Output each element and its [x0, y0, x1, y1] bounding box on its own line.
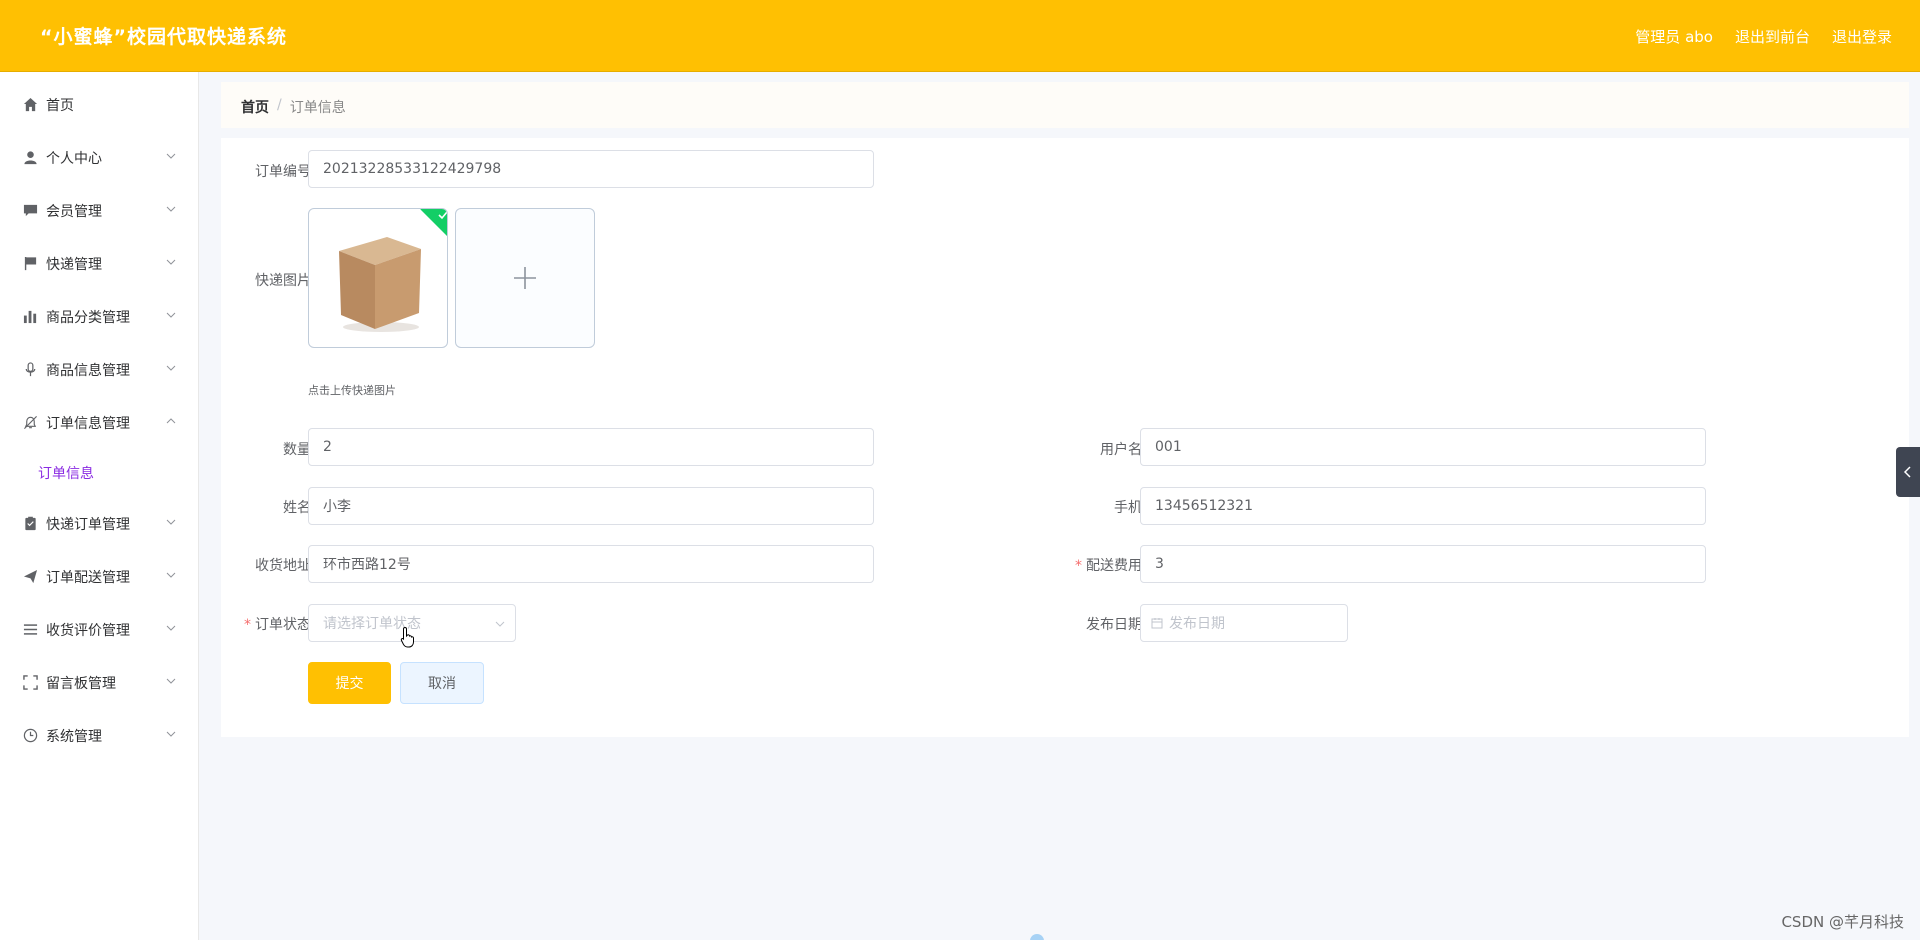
- chevron-left-icon: [1903, 466, 1911, 478]
- sidebar-item-label: 商品信息管理: [46, 362, 130, 379]
- chevron-down-icon: [166, 519, 176, 525]
- chevron-down-icon: [166, 572, 176, 578]
- sidebar-item-express[interactable]: 快递管理: [0, 237, 198, 290]
- sidebar-subitem-order-info[interactable]: 订单信息: [0, 449, 198, 497]
- fee-label: * 配送费用: [1032, 555, 1142, 575]
- address-input[interactable]: 环市西路12号: [308, 545, 874, 583]
- header-actions: 管理员 abo 退出到前台 退出登录: [1635, 26, 1892, 47]
- date-picker[interactable]: 发布日期: [1140, 604, 1348, 642]
- sidebar-item-label: 商品分类管理: [46, 309, 130, 326]
- sidebar-item-system[interactable]: 系统管理: [0, 709, 198, 762]
- bar-chart-icon: [23, 309, 38, 324]
- order-form: 订单编号 20213228533122429798 快递图片 点击上传快递图片 …: [221, 138, 1909, 737]
- sidebar-item-label: 订单信息管理: [46, 415, 130, 432]
- username-input[interactable]: 001: [1140, 428, 1706, 466]
- sidebar-item-label: 系统管理: [46, 728, 102, 745]
- chevron-down-icon: [166, 625, 176, 631]
- sidebar-item-reviews[interactable]: 收货评价管理: [0, 603, 198, 656]
- sidebar-item-label: 收货评价管理: [46, 622, 130, 639]
- quantity-input[interactable]: 2: [308, 428, 874, 466]
- sidebar-item-order-info[interactable]: 订单信息管理: [0, 396, 198, 449]
- sidebar-item-label: 快递订单管理: [46, 516, 130, 533]
- status-label-text: 订单状态: [255, 617, 311, 633]
- send-icon: [23, 569, 38, 584]
- microphone-icon: [23, 362, 38, 377]
- sidebar-item-product[interactable]: 商品信息管理: [0, 343, 198, 396]
- breadcrumb-bar: 首页 / 订单信息: [221, 82, 1909, 128]
- required-mark: *: [1075, 558, 1082, 574]
- uploaded-image[interactable]: [308, 208, 448, 348]
- username-label: 用户名: [1100, 442, 1142, 458]
- back-to-frontend-link[interactable]: 退出到前台: [1735, 26, 1810, 47]
- logout-link[interactable]: 退出登录: [1832, 26, 1892, 47]
- clipboard-icon: [23, 516, 38, 531]
- submit-button[interactable]: 提交: [308, 662, 391, 704]
- date-label: 发布日期: [1086, 617, 1142, 633]
- watermark: CSDN @芊月科技: [1781, 913, 1904, 931]
- order-no-label: 订单编号: [255, 164, 311, 180]
- list-icon: [23, 622, 38, 637]
- admin-label: 管理员 abo: [1635, 28, 1713, 46]
- cancel-button[interactable]: 取消: [400, 662, 484, 704]
- sidebar-item-personal-center[interactable]: 个人中心: [0, 131, 198, 184]
- chevron-down-icon: [166, 312, 176, 318]
- chevron-down-icon: [166, 731, 176, 737]
- sidebar-item-label: 首页: [46, 97, 74, 114]
- address-label: 收货地址: [255, 558, 311, 574]
- chevron-up-icon: [166, 418, 176, 424]
- panel-toggle-button[interactable]: [1896, 447, 1920, 497]
- name-input[interactable]: 小李: [308, 487, 874, 525]
- app-title: “小蜜蜂”校园代取快递系统: [40, 26, 287, 48]
- hand-cursor-icon: [400, 626, 414, 648]
- quantity-label: 数量: [283, 442, 311, 458]
- sidebar-item-message-board[interactable]: 留言板管理: [0, 656, 198, 709]
- fullscreen-icon: [23, 675, 38, 690]
- sidebar-item-delivery[interactable]: 订单配送管理: [0, 550, 198, 603]
- sidebar-item-label: 留言板管理: [46, 675, 116, 692]
- user-icon: [23, 150, 38, 165]
- fee-input[interactable]: 3: [1140, 545, 1706, 583]
- top-header: “小蜜蜂”校园代取快递系统 管理员 abo 退出到前台 退出登录: [0, 0, 1920, 72]
- sidebar-item-members[interactable]: 会员管理: [0, 184, 198, 237]
- fee-label-text: 配送费用: [1086, 558, 1142, 574]
- flag-icon: [23, 256, 38, 271]
- plus-icon: [514, 267, 536, 289]
- phone-label: 手机: [1114, 500, 1142, 516]
- chevron-down-icon: [166, 365, 176, 371]
- chevron-down-icon: [166, 206, 176, 212]
- check-icon: [438, 211, 447, 220]
- clock-icon: [23, 728, 38, 743]
- sidebar-item-home[interactable]: 首页: [0, 78, 198, 131]
- chevron-down-icon: [495, 621, 505, 627]
- loading-indicator: [1030, 934, 1044, 940]
- calendar-icon: [1151, 618, 1163, 629]
- breadcrumb-separator: /: [277, 97, 282, 113]
- chevron-down-icon: [166, 153, 176, 159]
- breadcrumb: 首页 / 订单信息: [241, 97, 346, 117]
- sidebar-item-label: 订单配送管理: [46, 569, 130, 586]
- name-label: 姓名: [283, 500, 311, 516]
- sidebar-item-label: 快递管理: [46, 256, 102, 273]
- bell-off-icon: [23, 415, 38, 430]
- breadcrumb-current: 订单信息: [289, 100, 346, 116]
- home-icon: [23, 97, 38, 112]
- sidebar-item-label: 个人中心: [46, 150, 102, 167]
- status-label: * 订单状态: [211, 614, 311, 634]
- image-label: 快递图片: [255, 273, 311, 289]
- chat-icon: [23, 203, 38, 218]
- date-placeholder: 发布日期: [1169, 616, 1225, 632]
- order-no-input[interactable]: 20213228533122429798: [308, 150, 874, 188]
- sidebar-item-label: 会员管理: [46, 203, 102, 220]
- sidebar-item-express-orders[interactable]: 快递订单管理: [0, 497, 198, 550]
- box-image: [339, 237, 421, 332]
- phone-input[interactable]: 13456512321: [1140, 487, 1706, 525]
- breadcrumb-home[interactable]: 首页: [241, 97, 269, 117]
- chevron-down-icon: [166, 678, 176, 684]
- sidebar: 首页 个人中心 会员管理 快递管理 商品分类管理 商品信息管理 订单信息管理 订…: [0, 72, 199, 940]
- sidebar-item-category[interactable]: 商品分类管理: [0, 290, 198, 343]
- required-mark: *: [244, 617, 251, 633]
- chevron-down-icon: [166, 259, 176, 265]
- upload-tip: 点击上传快递图片: [308, 384, 396, 397]
- upload-add-button[interactable]: [455, 208, 595, 348]
